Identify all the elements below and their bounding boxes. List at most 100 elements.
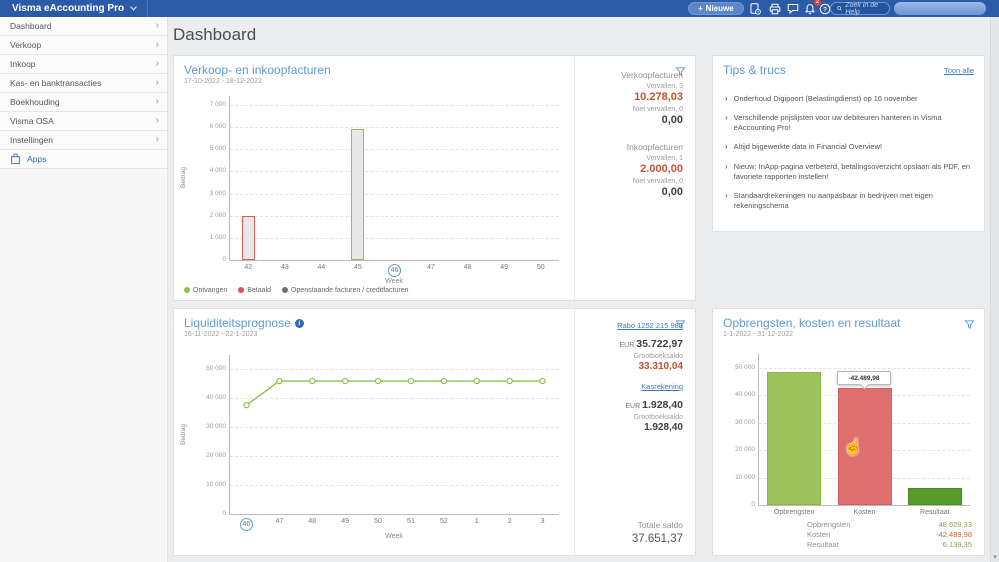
notifications-bell-icon[interactable]: 2 — [803, 0, 821, 15]
current-week-marker: 46 — [387, 264, 401, 277]
result-summary: Opbrengsten 48.629,33 Kosten -42.489,98 Resu… — [807, 520, 972, 550]
ledger-balance-value: 33.310,04 — [638, 361, 684, 372]
y-tick-label: 1 000 — [209, 233, 226, 241]
search-icon — [837, 5, 842, 11]
bar-resultaat[interactable] — [907, 488, 962, 505]
x-tick-label: 52 — [439, 518, 448, 525]
sidebar-item-dashboard[interactable]: Dashboard › — [0, 17, 167, 36]
sidebar-item-kas-en-banktransacties[interactable]: Kas- en banktransacties › — [0, 74, 167, 93]
scroll-down-arrow-icon[interactable]: ▾ — [991, 553, 999, 561]
bank-account-link[interactable]: Rabo 1252 215 983 — [587, 321, 683, 330]
tip-item[interactable]: › Verschillende prijslijsten voor uw debi… — [725, 113, 972, 133]
sidebar-nav: Dashboard › Verkoop › Inkoop › Kas- en banktra… — [0, 17, 168, 562]
sidebar-item-instellingen[interactable]: Instellingen › — [0, 131, 167, 150]
legend-label: Betaald — [247, 287, 271, 294]
brand-label: Visma eAccounting Pro — [12, 3, 125, 14]
chevron-right-icon: › — [155, 134, 159, 145]
messages-icon[interactable] — [786, 2, 800, 15]
account-balance: EUR 1.928,40 — [587, 395, 683, 413]
total-balance-label: Totale saldo — [637, 520, 683, 530]
page-title: Dashboard — [173, 25, 257, 44]
row-value: 0,00 — [661, 114, 683, 126]
y-tick-label: 40 000 — [206, 394, 226, 402]
bank-account-link[interactable]: Kasrekening — [587, 382, 683, 391]
show-all-link[interactable]: Toon alle — [944, 66, 974, 75]
row-value: 10.278,03 — [634, 91, 683, 103]
tip-item-text: Altijd bijgewerkte data in Financial Ove… — [733, 142, 883, 152]
sidebar-item-label: Inkoop — [10, 59, 36, 69]
tip-item-text: Standaardrekeningen nu aanpasbaar in bed… — [733, 190, 933, 210]
ledger-balance-label: Grootboeksaldo — [633, 353, 683, 360]
ledger-balance-label: Grootboeksaldo — [633, 414, 683, 421]
sidebar-item-visma-osa[interactable]: Visma OSA › — [0, 112, 167, 131]
recent-documents-icon[interactable] — [748, 2, 762, 15]
sidebar-item-apps[interactable]: Apps — [0, 150, 167, 169]
sidebar-item-inkoop[interactable]: Inkoop › — [0, 55, 167, 74]
balance-value: 1.928,40 — [642, 399, 683, 411]
visma-eaccounting-app: Visma eAccounting Pro + Nieuwe 2 ? Zoek … — [0, 0, 999, 562]
legend-item-ontvangen: Ontvangen — [184, 287, 227, 294]
summary-value: -42.489,98 — [936, 530, 972, 539]
sidebar-item-label: Instellingen — [10, 135, 54, 145]
sidebar-item-label: Visma OSA — [10, 116, 54, 126]
card-liquiditeitsprognose: Liquiditeitsprognose i 16-11-2022 - 22-1… — [173, 308, 696, 556]
bar-42[interactable] — [241, 215, 255, 260]
new-button-label: Nieuwe — [705, 4, 734, 13]
y-tick-label: 6 000 — [209, 123, 226, 131]
account-menu-blurred[interactable] — [894, 2, 986, 15]
filter-icon[interactable] — [964, 317, 975, 335]
line-chart-liquiditeit: 0 10 000 20 000 30 000 40 000 50 000 46 47 48 49 5… — [206, 355, 559, 531]
chevron-right-icon: › — [155, 115, 159, 126]
ledger-balance-value: 1.928,40 — [644, 422, 683, 433]
x-tick-label: 51 — [407, 518, 415, 525]
sidebar-item-verkoop[interactable]: Verkoop › — [0, 36, 167, 55]
row-label: Niet vervallen, 0 — [632, 106, 683, 113]
section-title: Verkoopfacturen — [621, 70, 683, 80]
vertical-scrollbar[interactable]: ▾ — [990, 17, 999, 562]
legend-dot — [238, 287, 245, 293]
row-value: 0,00 — [661, 186, 683, 198]
gridline — [230, 171, 559, 173]
help-search-input[interactable]: Zoek in de Help — [830, 2, 890, 16]
tip-item[interactable]: › Standaardrekeningen nu aanpasbaar in be… — [725, 191, 972, 211]
info-icon[interactable]: i — [294, 318, 304, 328]
chart-legend: Ontvangen Betaald Openstaande facturen / c… — [184, 287, 409, 294]
card-subtitle-resultaat: 1-1-2022 - 31-12-2022 — [723, 331, 794, 338]
tip-item[interactable]: › Altijd bijgewerkte data in Financial Ov… — [725, 142, 972, 152]
sidebar-item-label: Kas- en banktransacties — [10, 78, 102, 88]
row-label: Vervallen, 3 — [646, 83, 683, 90]
main-content: Dashboard Verkoop- en inkoopfacturen 17-… — [168, 17, 999, 562]
card-title-liquiditeit: Liquiditeitsprognose — [184, 316, 291, 330]
legend-item-openstaande-facturen-creditfacturen: Openstaande facturen / creditfacturen — [282, 287, 409, 294]
gridline — [230, 215, 559, 217]
plus-icon: + — [698, 4, 703, 13]
gridline — [230, 127, 559, 129]
chevron-right-icon: › — [725, 94, 728, 103]
sidebar-item-boekhouding[interactable]: Boekhouding › — [0, 93, 167, 112]
x-axis-label: Week — [385, 278, 403, 285]
print-icon[interactable] — [768, 2, 782, 15]
bar-opbrengsten[interactable] — [767, 371, 822, 505]
chevron-right-icon: › — [725, 190, 728, 200]
bar-45[interactable] — [351, 129, 365, 260]
x-tick-label: 2 — [507, 518, 512, 525]
card-tips-trucs: Tips & trucs Toon alle › Onderhoud Digipo… — [712, 55, 985, 232]
new-button[interactable]: + Nieuwe — [688, 2, 744, 15]
card-title-verkoop: Verkoop- en inkoopfacturen — [184, 63, 331, 77]
x-tick-label: 46 — [230, 518, 263, 531]
tip-item[interactable]: › Nieuw: InApp-pagina verbeterd, betaling… — [725, 162, 972, 182]
y-tick-label: 50 000 — [735, 363, 755, 371]
card-subtitle-verkoop: 17-10-2022 - 18-12-2022 — [184, 78, 262, 85]
summary-label: Opbrengsten — [807, 520, 851, 529]
x-axis-label: Week — [385, 533, 403, 540]
row-label: Vervallen, 1 — [646, 155, 683, 162]
summary-value: 48.629,33 — [938, 520, 972, 529]
company-switcher[interactable]: Visma eAccounting Pro — [0, 0, 149, 17]
tip-item-text: Verschillende prijslijsten voor uw debit… — [733, 113, 942, 133]
row-value: 2.000,00 — [640, 163, 683, 175]
card-subtitle-liquiditeit: 16-11-2022 - 22-1-2023 — [184, 331, 258, 338]
x-tick-label: Kosten — [853, 509, 876, 516]
y-tick-label: 0 — [222, 510, 226, 517]
card-title-resultaat: Opbrengsten, kosten en resultaat — [723, 316, 901, 330]
tip-item[interactable]: › Onderhoud Digipoort (Belastingdienst) o… — [725, 94, 972, 104]
